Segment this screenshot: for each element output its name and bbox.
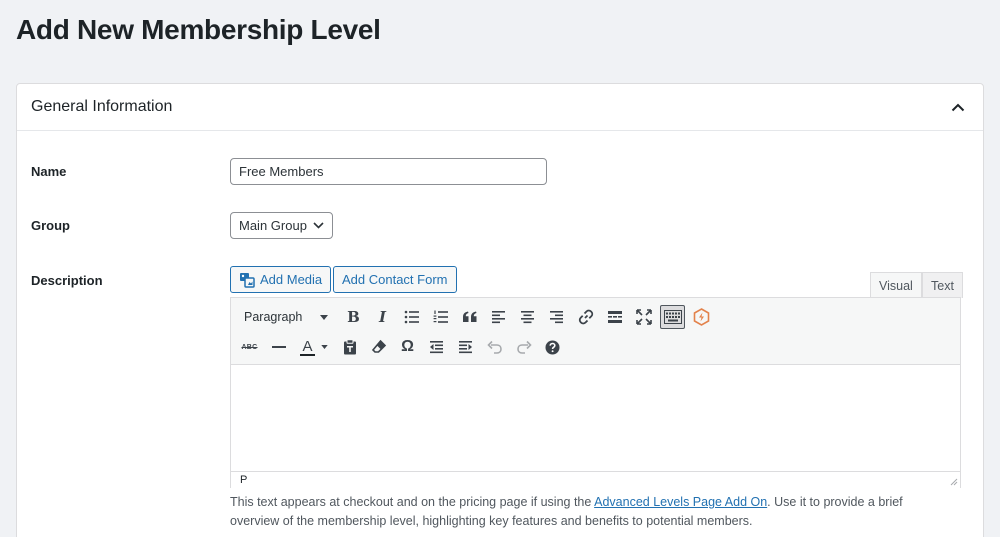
numbered-list-icon: [433, 310, 448, 323]
chevron-down-icon: [313, 222, 324, 229]
page-title: Add New Membership Level: [16, 14, 381, 45]
toolbar-toggle-button[interactable]: [660, 305, 685, 329]
link-icon: [578, 309, 593, 325]
strikethrough-icon: ABC: [241, 343, 258, 351]
quote-icon: [462, 311, 476, 322]
element-path[interactable]: P: [240, 474, 247, 486]
bulleted-list-button[interactable]: [397, 303, 426, 331]
bulleted-list-icon: [404, 310, 419, 324]
align-center-icon: [521, 311, 534, 324]
add-contact-form-label: Add Contact Form: [342, 272, 448, 287]
indent-icon: [459, 341, 472, 354]
keyboard-icon: [663, 310, 682, 324]
add-media-button[interactable]: Add Media: [230, 266, 332, 293]
description-editor: Paragraph B I ABC A Ω P: [230, 297, 961, 488]
chevron-up-icon[interactable]: [947, 96, 969, 118]
caret-down-icon: [320, 345, 328, 349]
align-right-button[interactable]: [542, 303, 571, 331]
keyboard-shortcuts-button[interactable]: [538, 333, 567, 361]
clear-formatting-button[interactable]: [364, 333, 393, 361]
name-input[interactable]: [230, 158, 547, 185]
redo-button[interactable]: [509, 333, 538, 361]
add-contact-form-button[interactable]: Add Contact Form: [333, 266, 457, 293]
omega-icon: Ω: [401, 338, 414, 355]
general-information-panel: General Information Name Group Main Grou…: [16, 83, 984, 537]
outdent-icon: [430, 341, 443, 354]
horizontal-line-button[interactable]: [264, 333, 293, 361]
editor-toolbar: Paragraph B I ABC A Ω: [231, 298, 960, 365]
panel-title: General Information: [31, 98, 173, 115]
read-more-icon: [607, 311, 622, 323]
redo-icon: [516, 340, 532, 354]
description-help-text: This text appears at checkout and on the…: [230, 493, 950, 531]
eraser-icon: [371, 339, 386, 353]
advanced-levels-page-link[interactable]: Advanced Levels Page Add On: [594, 495, 767, 509]
increase-indent-button[interactable]: [451, 333, 480, 361]
special-character-button[interactable]: Ω: [393, 333, 422, 361]
add-media-label: Add Media: [260, 272, 323, 287]
fullscreen-button[interactable]: [629, 303, 658, 331]
caret-down-icon: [320, 314, 328, 320]
format-select[interactable]: Paragraph: [235, 305, 335, 329]
align-center-button[interactable]: [513, 303, 542, 331]
clipboard-icon: [343, 339, 356, 355]
tab-visual-label: Visual: [879, 279, 913, 293]
paste-as-text-button[interactable]: [335, 333, 364, 361]
numbered-list-button[interactable]: [426, 303, 455, 331]
italic-button[interactable]: I: [368, 303, 397, 331]
align-left-icon: [492, 311, 505, 324]
group-label: Group: [31, 218, 70, 233]
blockquote-button[interactable]: [455, 303, 484, 331]
align-right-icon: [550, 311, 563, 324]
media-icon: [240, 272, 255, 288]
help-text-start: This text appears at checkout and on the…: [230, 495, 595, 509]
text-color-icon: A: [300, 337, 315, 356]
decrease-indent-button[interactable]: [422, 333, 451, 361]
tab-visual[interactable]: Visual: [870, 272, 922, 299]
editor-status-bar: P: [231, 471, 960, 488]
description-label: Description: [31, 273, 103, 288]
text-color-button[interactable]: A: [293, 333, 335, 361]
bold-button[interactable]: B: [339, 303, 368, 331]
brand-plugin-button[interactable]: [687, 303, 716, 331]
horizontal-line-icon: [271, 346, 286, 348]
help-icon: [545, 340, 560, 354]
insert-link-button[interactable]: [571, 303, 600, 331]
read-more-button[interactable]: [600, 303, 629, 331]
name-label: Name: [31, 164, 67, 179]
undo-button[interactable]: [480, 333, 509, 361]
tab-text[interactable]: Text: [922, 272, 963, 298]
italic-icon: I: [378, 308, 387, 326]
tab-text-label: Text: [931, 278, 954, 293]
group-select[interactable]: Main Group: [230, 212, 333, 239]
resize-handle-icon[interactable]: [949, 477, 958, 486]
undo-icon: [486, 340, 502, 354]
format-select-value: Paragraph: [244, 310, 303, 324]
align-left-button[interactable]: [484, 303, 513, 331]
panel-header[interactable]: General Information: [17, 84, 983, 131]
bold-icon: B: [347, 308, 360, 326]
fullscreen-icon: [635, 309, 652, 325]
group-selected-value: Main Group: [239, 218, 307, 233]
brand-hexagon-icon: [693, 308, 710, 326]
strikethrough-button[interactable]: ABC: [235, 333, 264, 361]
editor-content-area[interactable]: [231, 365, 960, 471]
